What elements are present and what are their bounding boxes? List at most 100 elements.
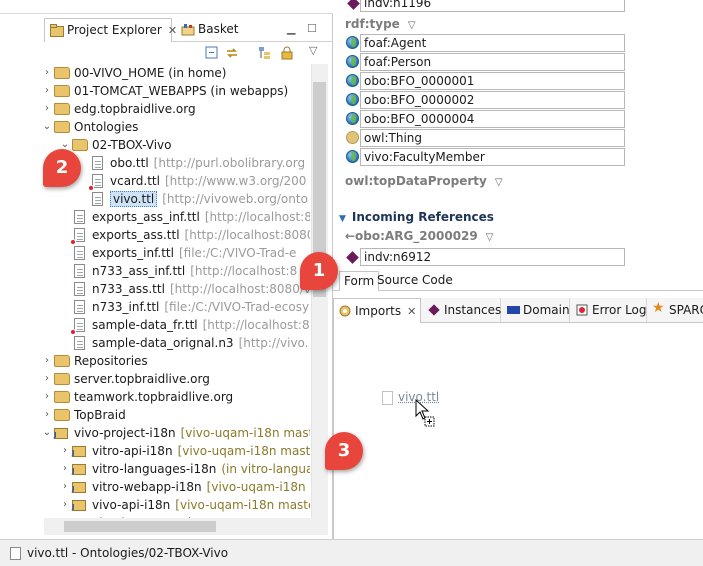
rdf-type-row: obo:BFO_0000002 (345, 91, 625, 109)
maximize-icon[interactable]: ☐ (307, 22, 317, 35)
tree-item-label: teamwork.topbraidlive.org (74, 388, 233, 406)
type-value-field[interactable]: owl:Thing (360, 129, 625, 147)
explorer-toolbar: ▽ (44, 42, 333, 64)
status-bar: vivo.ttl - Ontologies/02-TBOX-Vivo (0, 539, 703, 566)
individual-icon (346, 251, 359, 264)
item-detail: (in vitro-languag (221, 462, 310, 476)
type-value-field[interactable]: obo:BFO_0000004 (360, 110, 625, 128)
tab-instances[interactable]: Instances (423, 298, 501, 323)
type-value-field[interactable]: obo:BFO_0000001 (360, 72, 625, 90)
tab-error-log[interactable]: Error Log (571, 298, 647, 323)
dropdown-icon[interactable]: ▽ (495, 177, 503, 188)
tab-label: SPARQ (669, 303, 703, 317)
link-with-editor-icon[interactable] (225, 46, 239, 60)
callout-1: 1 (300, 252, 338, 290)
expand-arrow-icon[interactable]: › (60, 478, 70, 496)
lock-icon[interactable] (280, 46, 294, 60)
tree-item-label: exports_inf.ttl [file:/C:/VIVO-Trad-e (92, 244, 296, 262)
item-name: exports_inf.ttl (92, 246, 174, 260)
tree-item-label: sample-data_fr.ttl [http://localhost:80 (92, 316, 310, 334)
item-name: vivo-project-i18n (74, 426, 176, 440)
java-project-icon: J (54, 426, 70, 440)
item-detail: [http://localhost:8080/vi (169, 282, 310, 296)
expand-arrow-icon[interactable]: › (60, 442, 70, 460)
folder-icon (54, 84, 70, 98)
individual-icon (347, 0, 360, 10)
file-icon (70, 318, 88, 335)
tab-project-explorer[interactable]: Project Explorer ✕ (44, 18, 177, 42)
minimize-icon[interactable]: ▁ (287, 22, 295, 35)
dropdown-icon[interactable]: ▽ (486, 232, 494, 243)
tab-label: Domain (523, 303, 570, 317)
tree-item-label: edg.topbraidlive.org (74, 100, 196, 118)
view-menu-icon[interactable]: ▽ (309, 44, 317, 57)
tab-sparql[interactable]: ★ SPARQ (648, 298, 703, 323)
dropdown-icon[interactable]: ▽ (408, 20, 416, 31)
item-name: vcard.ttl (110, 174, 160, 188)
folder-icon (54, 66, 70, 80)
tab-source-code[interactable]: Source Code (373, 271, 457, 291)
top-strip (0, 0, 333, 14)
item-name: n733_ass_inf.ttl (92, 264, 186, 278)
imports-view[interactable] (333, 323, 703, 539)
item-name: Ontologies (74, 120, 139, 134)
expand-arrow-icon[interactable]: › (60, 496, 70, 514)
tree-view-icon[interactable] (258, 46, 272, 60)
expand-arrow-icon[interactable]: › (44, 370, 52, 388)
tab-domain[interactable]: Domain (502, 298, 570, 323)
class-globe-icon (346, 150, 359, 163)
expand-arrow-icon[interactable]: › (44, 82, 52, 100)
tab-label: Error Log (592, 303, 647, 317)
class-globe-icon (346, 74, 359, 87)
folder-icon (50, 24, 64, 37)
expand-arrow-icon[interactable]: › (44, 64, 52, 82)
expand-arrow-icon[interactable]: › (60, 460, 70, 478)
tree-item-label: sample-data_orignal.n3 [http://vivo. (92, 334, 309, 352)
expand-arrow-icon[interactable]: › (44, 100, 52, 118)
item-detail: [http://localhost:8080/ (184, 228, 310, 242)
java-project-icon: J (72, 462, 88, 476)
close-icon[interactable]: ✕ (407, 300, 416, 324)
collapse-arrow-icon[interactable]: ⌄ (44, 424, 52, 442)
item-name: exports_ass_inf.ttl (92, 210, 200, 224)
collapse-all-icon[interactable] (205, 46, 219, 60)
folder-icon (72, 138, 88, 152)
drag-cursor-icon (415, 398, 435, 427)
incoming-references-section[interactable]: ▼ Incoming References (339, 208, 494, 226)
tree-item-label: 00-VIVO_HOME (in home) (74, 64, 226, 82)
item-name: n733_ass.ttl (92, 282, 165, 296)
tree-item-label: exports_ass.ttl [http://localhost:8080/ (92, 226, 310, 244)
type-value-field[interactable]: obo:BFO_0000002 (360, 91, 625, 109)
item-name: edg.topbraidlive.org (74, 102, 196, 116)
error-badge-icon (70, 329, 76, 335)
expand-arrow-icon[interactable]: › (44, 406, 52, 424)
item-detail: [vivo-uqam-i18n maste (180, 426, 310, 440)
rdf-type-row: obo:BFO_0000004 (345, 110, 625, 128)
expand-arrow-icon[interactable]: › (44, 352, 52, 370)
tree-item-label: Ontologies (74, 118, 138, 136)
type-value-field[interactable]: foaf:Person (360, 53, 625, 71)
type-value-field[interactable]: vivo:FacultyMember (360, 148, 625, 166)
class-globe-icon (346, 36, 359, 49)
tab-imports[interactable]: Imports ✕ (333, 298, 421, 323)
expand-icon[interactable]: ▼ (339, 214, 346, 224)
item-name: sample-data_orignal.n3 (92, 336, 234, 350)
collapse-arrow-icon[interactable]: ⌄ (44, 118, 52, 136)
horizontal-scroll-thumb[interactable] (64, 521, 216, 532)
file-icon (72, 336, 88, 350)
value-field[interactable]: indv:n1196 (360, 0, 625, 12)
item-name: TopBraid (74, 408, 126, 422)
form-tab-bar: Form Source Code (333, 270, 703, 291)
type-value-field[interactable]: foaf:Agent (360, 34, 625, 52)
tab-basket[interactable]: Basket (176, 18, 246, 42)
imports-icon (339, 305, 351, 317)
item-detail: [file:/C:/VIVO-Trad-e (178, 246, 297, 260)
value-field[interactable]: indv:n6912 (360, 248, 625, 266)
top-data-property-header: owl:topDataProperty ▽ (345, 174, 503, 188)
section-title: Incoming References (351, 210, 494, 224)
expand-arrow-icon[interactable]: › (44, 388, 52, 406)
item-name: 02-TBOX-Vivo (92, 138, 172, 152)
item-name: 01-TOMCAT_WEBAPPS (in webapps) (74, 84, 289, 98)
item-name: server.topbraidlive.org (74, 372, 210, 386)
tree-item-label: TopBraid (74, 406, 126, 424)
